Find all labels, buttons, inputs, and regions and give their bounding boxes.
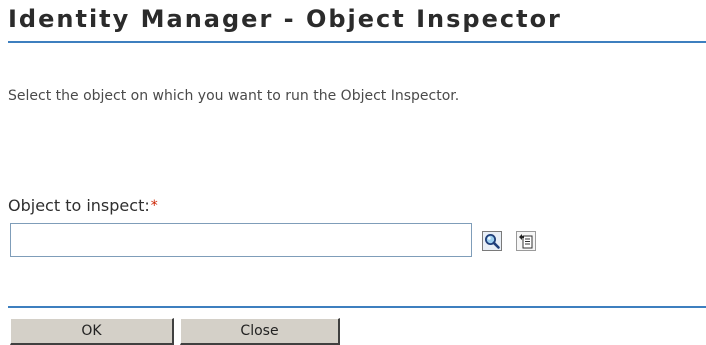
object-to-inspect-label-text: Object to inspect: — [8, 196, 150, 215]
search-icon[interactable] — [482, 231, 502, 251]
page-title: Identity Manager - Object Inspector — [8, 5, 562, 33]
page-description: Select the object on which you want to r… — [8, 88, 460, 104]
required-marker: * — [150, 198, 158, 214]
footer-divider — [8, 306, 706, 308]
object-to-inspect-input[interactable] — [10, 223, 472, 257]
close-button[interactable]: Close — [180, 318, 340, 345]
object-to-inspect-label: Object to inspect:* — [8, 195, 158, 217]
title-divider — [8, 41, 706, 43]
ok-button[interactable]: OK — [10, 318, 174, 345]
history-list-icon[interactable] — [516, 231, 536, 251]
